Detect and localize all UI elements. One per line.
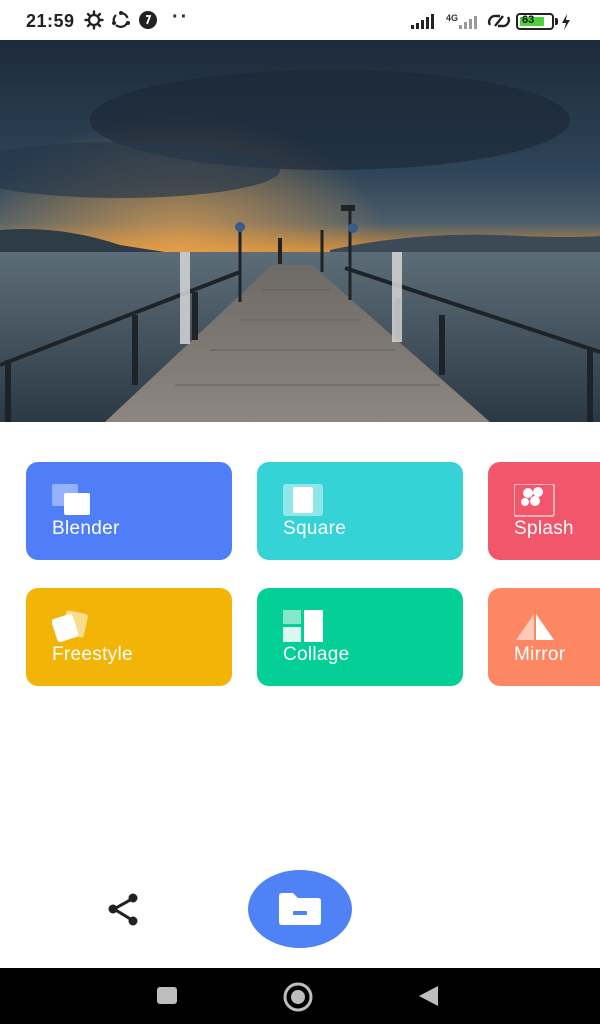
- freestyle-icon: [52, 610, 88, 643]
- square-icon: [283, 484, 323, 516]
- tile-label-blender: Blender: [52, 518, 120, 539]
- back-icon[interactable]: [416, 984, 440, 1008]
- tile-label-square: Square: [283, 518, 347, 539]
- hero-photo: [0, 40, 600, 422]
- tile-label-splash: Splash: [514, 518, 574, 539]
- notification-badge-icon: [139, 11, 157, 29]
- charging-icon: [562, 14, 570, 30]
- tile-mirror[interactable]: Mirror: [488, 588, 600, 686]
- system-nav-bar: [0, 968, 600, 1024]
- pier-photo: [0, 40, 600, 422]
- share-button[interactable]: [104, 892, 142, 928]
- status-time: 21:59: [26, 11, 75, 31]
- battery-tip: [555, 18, 558, 25]
- collage-icon: [283, 610, 323, 642]
- tile-freestyle[interactable]: Freestyle: [26, 588, 232, 686]
- signal-icon: [411, 14, 434, 29]
- hotspot-icon: [487, 14, 511, 28]
- signal-icon-secondary: [459, 16, 477, 29]
- battery-text: 63: [522, 14, 535, 26]
- tile-blender[interactable]: Blender: [26, 462, 232, 560]
- recents-icon[interactable]: [156, 986, 178, 1006]
- network-type: 4G: [446, 13, 459, 23]
- blender-icon: [52, 484, 90, 515]
- sync-icon: [112, 11, 130, 28]
- open-folder-button[interactable]: [248, 870, 352, 948]
- battery-icon: 63: [516, 13, 554, 30]
- tile-collage[interactable]: Collage: [257, 588, 463, 686]
- tile-label-collage: Collage: [283, 644, 350, 665]
- home-icon[interactable]: [282, 982, 314, 1012]
- more-dots-icon: ··: [172, 6, 190, 28]
- gear-icon: [84, 10, 104, 30]
- status-bar: 21:59 ·· 4G 63: [0, 0, 600, 40]
- splash-icon: [514, 484, 555, 517]
- tile-label-mirror: Mirror: [514, 644, 566, 665]
- tile-splash[interactable]: Splash: [488, 462, 600, 560]
- folder-icon: [279, 893, 321, 925]
- feature-grid: Blender Square Splash Freestyle Collage …: [0, 462, 600, 688]
- mirror-icon: [516, 614, 554, 640]
- tile-label-freestyle: Freestyle: [52, 644, 133, 665]
- share-icon: [108, 893, 138, 926]
- tile-square[interactable]: Square: [257, 462, 463, 560]
